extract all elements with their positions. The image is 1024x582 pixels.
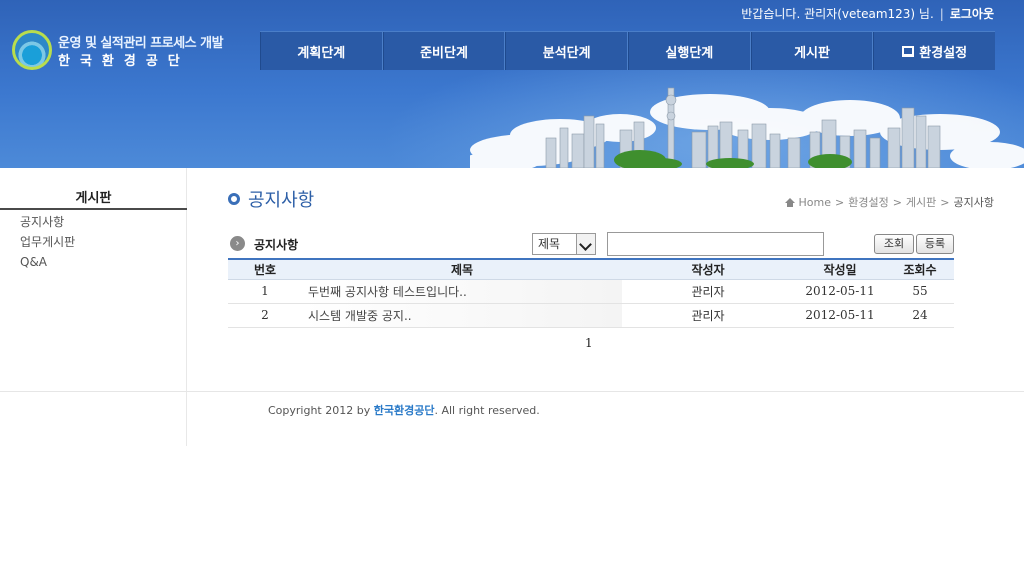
- nav-board[interactable]: 게시판: [750, 32, 874, 70]
- table-header-row: 번호 제목 작성자 작성일 조회수: [228, 258, 954, 280]
- logo[interactable]: 운영 및 실적관리 프로세스 개발 한국환경공단: [12, 30, 242, 74]
- nav-analyze-label: 분석단계: [542, 45, 591, 61]
- nav-execute-label: 실행단계: [665, 45, 714, 61]
- cell-author: 관리자: [622, 279, 794, 304]
- notice-table: 번호 제목 작성자 작성일 조회수 1 두번째 공지사항 테스트입니다.. 관리…: [228, 258, 954, 328]
- title-bullet-icon: [228, 193, 240, 205]
- cell-no: 1: [228, 279, 302, 304]
- sidebar-item-notice[interactable]: 공지사항: [20, 212, 75, 232]
- cell-date: 2012-05-11: [794, 303, 886, 328]
- table-row[interactable]: 2 시스템 개발중 공지.. 관리자 2012-05-11 24: [228, 303, 954, 328]
- breadcrumb-settings[interactable]: 환경설정: [848, 194, 888, 210]
- logo-line1: 운영 및 실적관리 프로세스 개발: [58, 36, 224, 51]
- board-toolbar: › 공지사항 제목 조회 등록: [230, 232, 955, 258]
- page-title-text: 공지사항: [248, 190, 315, 211]
- sidebar-list: 공지사항 업무게시판 Q&A: [20, 212, 75, 272]
- pagination-page-1[interactable]: 1: [585, 336, 593, 350]
- nav-prepare-label: 준비단계: [420, 45, 468, 61]
- breadcrumb-current: 공지사항: [953, 196, 994, 209]
- greeting-text: 반갑습니다. 관리자(veteam123) 님.: [741, 7, 934, 21]
- col-views: 조회수: [886, 258, 954, 280]
- user-bar: 반갑습니다. 관리자(veteam123) 님. | 로그아웃: [741, 5, 994, 22]
- sidebar-item-work-board[interactable]: 업무게시판: [20, 232, 75, 252]
- table-row[interactable]: 1 두번째 공지사항 테스트입니다.. 관리자 2012-05-11 55: [228, 279, 954, 304]
- cell-no: 2: [228, 303, 302, 328]
- col-no: 번호: [228, 258, 302, 280]
- chevron-down-icon[interactable]: [576, 234, 595, 254]
- logout-link[interactable]: 로그아웃: [950, 5, 994, 22]
- home-icon: [784, 197, 795, 207]
- search-input[interactable]: [607, 232, 824, 256]
- nav-analyze[interactable]: 분석단계: [505, 32, 629, 70]
- nav-execute[interactable]: 실행단계: [628, 32, 751, 70]
- register-button[interactable]: 등록: [916, 234, 954, 254]
- nav-settings[interactable]: 환경설정: [873, 32, 995, 70]
- breadcrumb-separator: >: [940, 195, 950, 209]
- col-author: 작성자: [622, 258, 794, 280]
- search-field-value: 제목: [538, 237, 561, 251]
- sidebar-title: 게시판: [75, 191, 112, 206]
- breadcrumb: Home > 환경설정 > 게시판 > 공지사항: [784, 194, 994, 210]
- page-title: 공지사항: [228, 186, 314, 212]
- logo-line2: 한국환경공단: [58, 54, 190, 69]
- monitor-icon: [902, 45, 915, 57]
- arrow-circle-icon: ›: [230, 236, 245, 251]
- nav-board-label: 게시판: [794, 45, 830, 61]
- nav-plan[interactable]: 계획단계: [260, 32, 383, 70]
- nav-prepare[interactable]: 준비단계: [382, 32, 506, 70]
- nav-settings-label: 환경설정: [919, 45, 968, 61]
- cell-title-link[interactable]: 시스템 개발중 공지..: [302, 303, 622, 328]
- copyright-prefix: Copyright 2012 by: [268, 404, 374, 417]
- main-nav: 계획단계 준비단계 분석단계 실행단계 게시판 환경설정: [260, 31, 995, 70]
- col-title: 제목: [302, 258, 622, 280]
- sidebar: 게시판 공지사항 업무게시판 Q&A: [0, 168, 187, 446]
- breadcrumb-board[interactable]: 게시판: [906, 194, 936, 210]
- search-field-select[interactable]: 제목: [532, 233, 596, 255]
- header: 반갑습니다. 관리자(veteam123) 님. | 로그아웃 운영 및 실적관…: [0, 0, 1024, 168]
- cell-views: 55: [886, 279, 954, 304]
- cell-author: 관리자: [622, 303, 794, 328]
- copyright: Copyright 2012 by 한국환경공단. All right rese…: [268, 402, 540, 418]
- breadcrumb-separator: >: [835, 195, 845, 209]
- topbar-separator: |: [939, 6, 944, 21]
- footer-divider: [0, 391, 1024, 392]
- sidebar-item-qna[interactable]: Q&A: [20, 252, 75, 272]
- nav-plan-label: 계획단계: [297, 45, 346, 61]
- copyright-suffix: . All right reserved.: [434, 404, 540, 417]
- cell-views: 24: [886, 303, 954, 328]
- cell-title-link[interactable]: 두번째 공지사항 테스트입니다..: [302, 279, 622, 304]
- breadcrumb-home[interactable]: Home: [799, 196, 831, 209]
- sidebar-divider: [0, 208, 187, 210]
- city-skyline-illustration: [470, 87, 1024, 168]
- col-date: 작성일: [794, 258, 886, 280]
- logo-mark-icon: [12, 30, 52, 70]
- copyright-brand: 한국환경공단: [373, 404, 435, 417]
- breadcrumb-separator: >: [892, 195, 902, 209]
- board-label: 공지사항: [254, 238, 299, 252]
- cell-date: 2012-05-11: [794, 279, 886, 304]
- search-button[interactable]: 조회: [874, 234, 914, 254]
